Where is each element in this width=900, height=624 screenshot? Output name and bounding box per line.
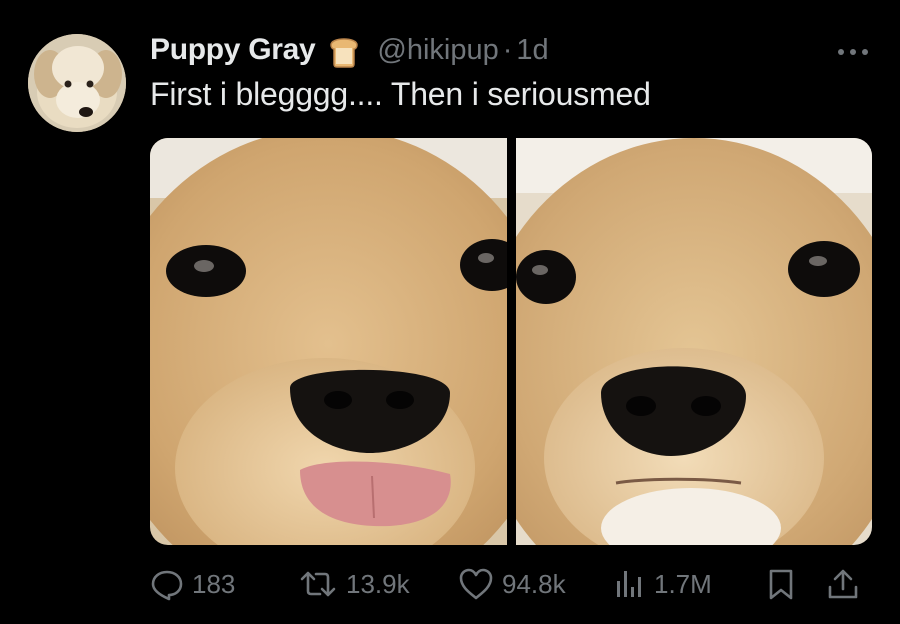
display-name[interactable]: Puppy Gray [150,33,316,67]
reply-icon [151,570,183,601]
retweet-icon [300,571,336,597]
reply-count: 183 [192,568,236,599]
like-count: 94.8k [502,568,566,599]
retweet-count: 13.9k [346,568,410,599]
photo-puppy-tongue-out[interactable] [150,138,507,545]
views-count: 1.7M [654,568,712,599]
photo-puppy-serious[interactable] [516,138,872,545]
share-button[interactable] [826,562,860,606]
retweet-button[interactable]: 13.9k [298,562,410,606]
bookmark-icon [769,569,793,600]
views-button[interactable]: 1.7M [612,562,712,606]
views-chart-icon [617,571,641,597]
tweet[interactable]: Puppy Gray @hikipup · 1d First i blegggg… [0,0,900,624]
tweet-text: First i blegggg.... Then i seriousmed [150,76,651,112]
reply-button[interactable]: 183 [150,562,235,606]
user-handle[interactable]: @hikipup [377,34,498,67]
handle-time-separator: · [502,33,513,66]
share-icon [828,569,858,599]
timestamp[interactable]: 1d [516,34,548,67]
tweet-media[interactable] [150,138,872,545]
like-button[interactable]: 94.8k [458,562,566,606]
heart-icon [459,568,493,600]
tweet-header: Puppy Gray @hikipup · 1d [150,30,549,70]
avatar[interactable] [28,34,126,132]
tweet-actions: 183 13.9k 94.8k 1.7M [150,562,872,606]
bread-icon [325,31,363,69]
avatar-plush-dog-image [28,34,126,132]
more-options-icon[interactable] [836,44,870,55]
bookmark-button[interactable] [766,562,796,606]
